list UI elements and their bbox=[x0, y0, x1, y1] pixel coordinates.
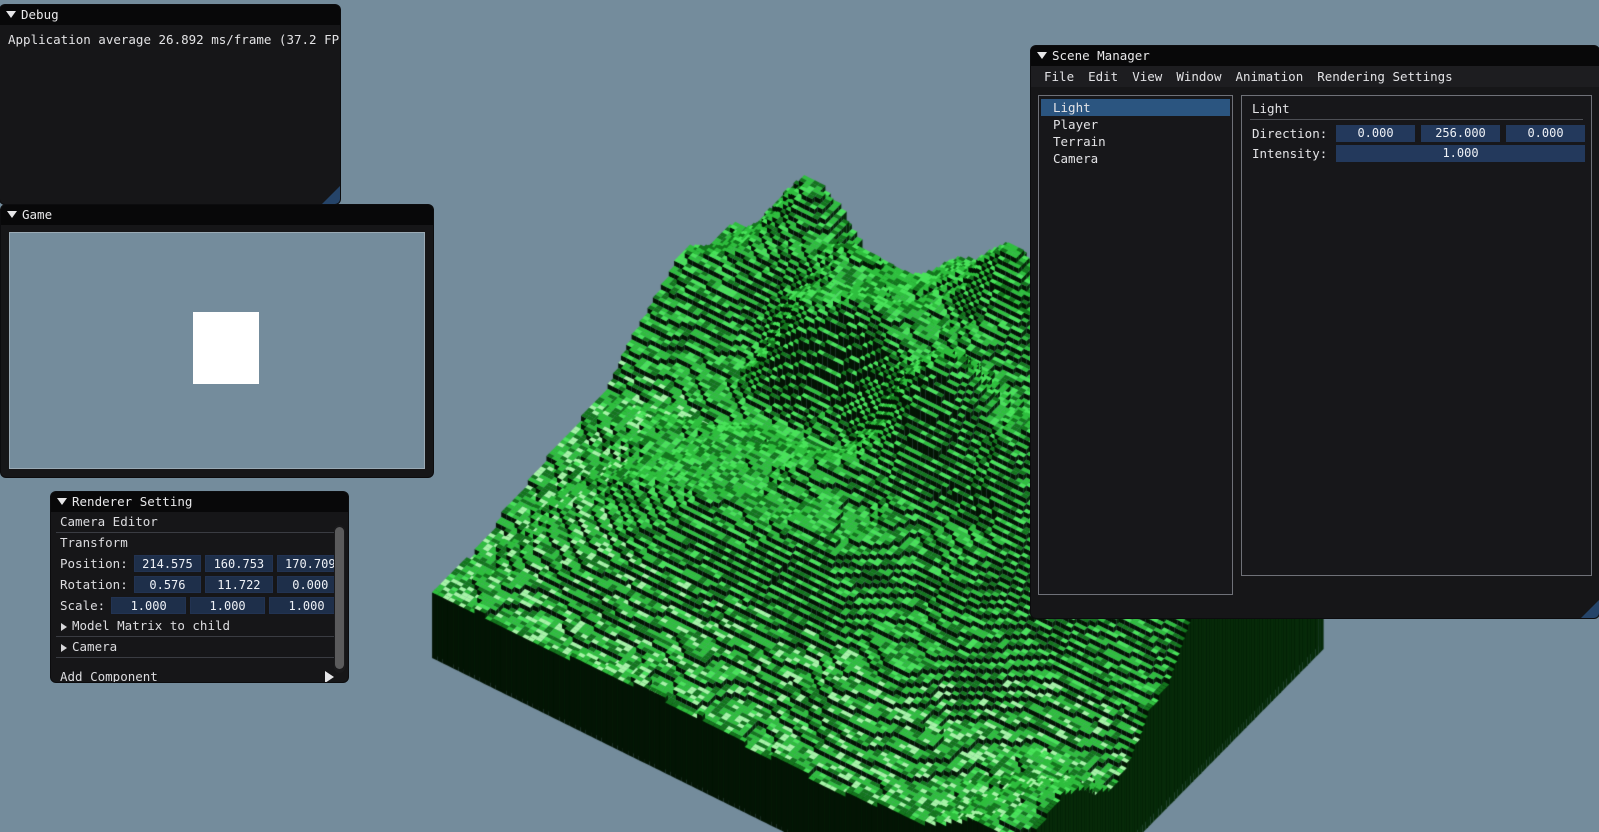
direction-x-field[interactable]: 0.000 bbox=[1336, 124, 1415, 142]
divider bbox=[1250, 119, 1583, 120]
debug-window-title: Debug bbox=[21, 7, 59, 22]
position-x-field[interactable]: 214.575 bbox=[133, 555, 202, 572]
menu-bar: File Edit View Window Animation Renderin… bbox=[1031, 66, 1599, 87]
intensity-field[interactable]: 1.000 bbox=[1336, 144, 1585, 162]
renderer-scroll-area: Camera Editor Transform Position: 214.57… bbox=[51, 512, 348, 682]
position-row: Position: 214.575 160.753 170.709 bbox=[55, 553, 344, 574]
tree-item-model-matrix-to-child[interactable]: Model Matrix to child bbox=[55, 616, 344, 636]
renderer-vertical-scrollbar[interactable] bbox=[334, 525, 345, 673]
intensity-row: Intensity: 1.000 bbox=[1248, 143, 1585, 163]
direction-z-field[interactable]: 0.000 bbox=[1506, 124, 1585, 142]
menu-item-window[interactable]: Window bbox=[1169, 66, 1228, 87]
menu-item-view[interactable]: View bbox=[1125, 66, 1169, 87]
scene-object-list[interactable]: Light Player Terrain Camera bbox=[1038, 95, 1233, 595]
scale-label: Scale: bbox=[60, 598, 106, 613]
application-root: Debug Application average 26.892 ms/fram… bbox=[0, 0, 1599, 832]
position-label: Position: bbox=[60, 556, 128, 571]
triangle-right-icon[interactable] bbox=[61, 623, 67, 631]
rotation-x-field[interactable]: 0.576 bbox=[133, 576, 202, 593]
add-component-label: Add Component bbox=[60, 669, 158, 682]
scene-properties-panel: Light Direction: 0.000 256.000 0.000 Int… bbox=[1241, 95, 1592, 576]
direction-fields: 0.000 256.000 0.000 bbox=[1336, 124, 1585, 142]
scale-z-field[interactable]: 1.000 bbox=[269, 597, 345, 614]
scene-manager-window[interactable]: Scene Manager File Edit View Window Anim… bbox=[1031, 46, 1599, 618]
rotation-row: Rotation: 0.576 11.722 0.000 bbox=[55, 574, 344, 595]
menu-item-edit[interactable]: Edit bbox=[1081, 66, 1125, 87]
tree-item-label: Model Matrix to child bbox=[72, 618, 231, 633]
scale-x-field[interactable]: 1.000 bbox=[111, 597, 187, 614]
scale-row: Scale: 1.000 1.000 1.000 bbox=[55, 595, 345, 616]
triangle-down-icon[interactable] bbox=[57, 498, 67, 505]
intensity-label: Intensity: bbox=[1252, 145, 1328, 161]
triangle-down-icon[interactable] bbox=[7, 211, 17, 218]
scene-manager-title: Scene Manager bbox=[1052, 48, 1150, 63]
intensity-fields: 1.000 bbox=[1336, 144, 1585, 162]
menu-item-file[interactable]: File bbox=[1037, 66, 1081, 87]
transform-section-label: Transform bbox=[60, 535, 128, 550]
scene-object-camera[interactable]: Camera bbox=[1041, 150, 1230, 167]
renderer-window-titlebar[interactable]: Renderer Setting bbox=[51, 492, 348, 512]
direction-label: Direction: bbox=[1252, 125, 1328, 141]
camera-editor-label: Camera Editor bbox=[60, 514, 158, 529]
game-window-titlebar[interactable]: Game bbox=[1, 205, 433, 225]
triangle-down-icon[interactable] bbox=[6, 11, 16, 18]
debug-fps-line: Application average 26.892 ms/frame (37.… bbox=[8, 32, 340, 47]
divider bbox=[56, 657, 343, 658]
renderer-window-body: Camera Editor Transform Position: 214.57… bbox=[51, 512, 348, 682]
position-fields: 214.575 160.753 170.709 bbox=[133, 555, 344, 572]
add-component-row[interactable]: Add Component bbox=[55, 668, 344, 682]
position-y-field[interactable]: 160.753 bbox=[205, 555, 273, 572]
triangle-right-icon[interactable] bbox=[61, 644, 67, 652]
game-preview-viewport[interactable] bbox=[9, 232, 425, 469]
tree-item-camera[interactable]: Camera bbox=[55, 637, 344, 657]
debug-window-body: Application average 26.892 ms/frame (37.… bbox=[0, 25, 340, 204]
scene-object-player[interactable]: Player bbox=[1041, 116, 1230, 133]
scene-manager-body: File Edit View Window Animation Renderin… bbox=[1031, 66, 1599, 618]
scene-object-light[interactable]: Light bbox=[1041, 99, 1230, 116]
rotation-y-field[interactable]: 11.722 bbox=[205, 576, 273, 593]
game-sprite-quad bbox=[193, 312, 259, 384]
scene-manager-titlebar[interactable]: Scene Manager bbox=[1031, 46, 1599, 66]
renderer-setting-window[interactable]: Renderer Setting Camera Editor Transform… bbox=[51, 492, 348, 682]
menu-item-animation[interactable]: Animation bbox=[1228, 66, 1310, 87]
direction-row: Direction: 0.000 256.000 0.000 bbox=[1248, 123, 1585, 143]
scrollbar-thumb[interactable] bbox=[335, 527, 344, 669]
game-window-body bbox=[1, 225, 433, 477]
game-window-title: Game bbox=[22, 207, 53, 222]
scene-manager-resize-grip[interactable] bbox=[1581, 600, 1599, 618]
tree-item-label: Camera bbox=[72, 639, 118, 654]
triangle-down-icon[interactable] bbox=[1037, 52, 1047, 59]
debug-window-titlebar[interactable]: Debug bbox=[0, 5, 340, 25]
scene-object-terrain[interactable]: Terrain bbox=[1041, 133, 1230, 150]
scale-fields: 1.000 1.000 1.000 bbox=[111, 597, 345, 614]
debug-window-resize-grip[interactable] bbox=[322, 186, 340, 204]
properties-header: Light bbox=[1252, 101, 1290, 116]
menu-item-rendering-settings[interactable]: Rendering Settings bbox=[1310, 66, 1459, 87]
scene-manager-columns: Light Player Terrain Camera Light Direct… bbox=[1031, 87, 1599, 595]
triangle-right-icon[interactable] bbox=[325, 671, 334, 682]
game-window[interactable]: Game bbox=[1, 205, 433, 477]
renderer-window-title: Renderer Setting bbox=[72, 494, 193, 509]
scale-y-field[interactable]: 1.000 bbox=[190, 597, 266, 614]
debug-window[interactable]: Debug Application average 26.892 ms/fram… bbox=[0, 5, 340, 204]
direction-y-field[interactable]: 256.000 bbox=[1421, 124, 1500, 142]
rotation-label: Rotation: bbox=[60, 577, 128, 592]
rotation-fields: 0.576 11.722 0.000 bbox=[133, 576, 344, 593]
